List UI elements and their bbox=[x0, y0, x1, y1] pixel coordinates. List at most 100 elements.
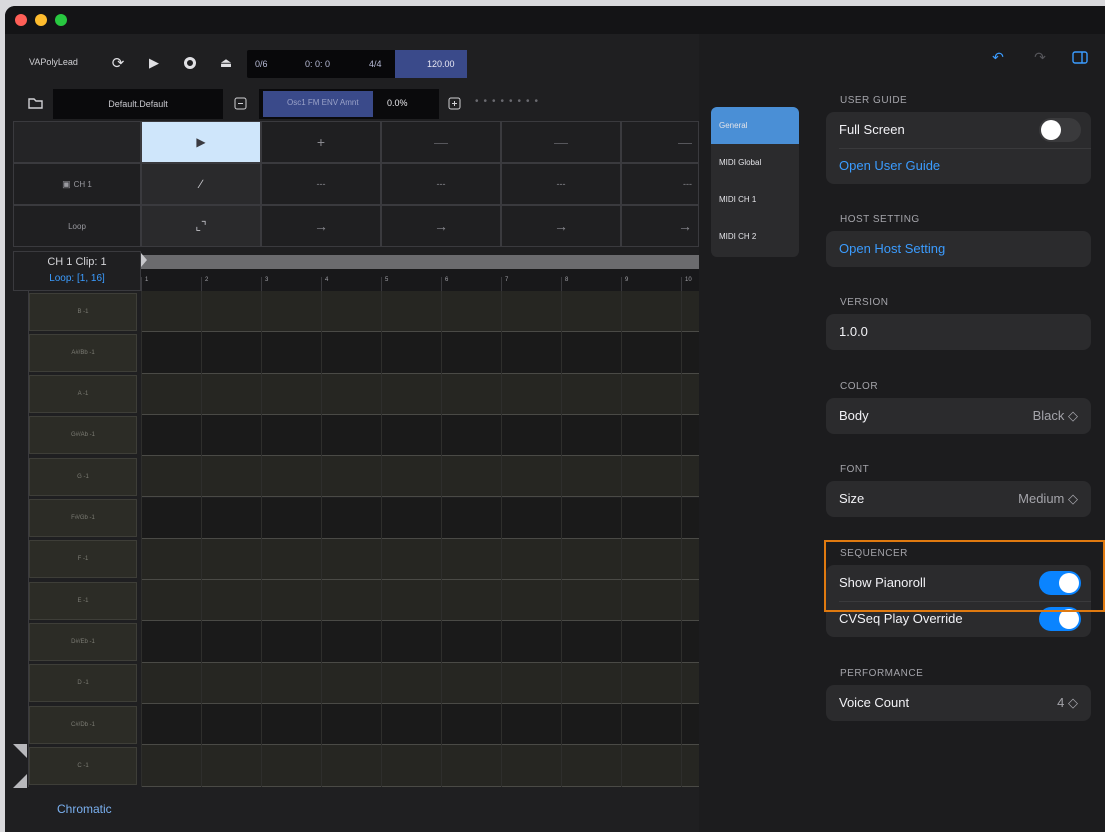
note-row[interactable] bbox=[141, 704, 699, 746]
channel-label[interactable]: ▣ CH 1 bbox=[13, 163, 141, 205]
loop-clip-button[interactable]: ⌞⌝ bbox=[141, 205, 261, 247]
clip-slot[interactable]: --- bbox=[621, 163, 699, 205]
clip-slot[interactable]: --- bbox=[501, 163, 621, 205]
clip-title: CH 1 Clip: 1 bbox=[47, 256, 107, 268]
piano-key[interactable]: F#/Gb -1 bbox=[29, 499, 137, 537]
beat-number: 1 bbox=[141, 277, 148, 291]
undo-icon[interactable]: ↶ bbox=[989, 48, 1007, 66]
note-row[interactable] bbox=[141, 497, 699, 539]
note-row[interactable] bbox=[141, 745, 699, 787]
note-row[interactable] bbox=[141, 538, 699, 581]
piano-key[interactable]: G -1 bbox=[29, 457, 137, 496]
edit-clip-button[interactable]: ∕ bbox=[141, 163, 261, 205]
clip-slot-header[interactable]: — bbox=[501, 121, 621, 163]
scroll-down-arrow[interactable] bbox=[13, 744, 27, 758]
piano-key[interactable]: D -1 bbox=[29, 664, 137, 703]
note-row[interactable] bbox=[141, 332, 699, 374]
loop-arrow[interactable]: → bbox=[621, 205, 699, 247]
add-clip-button[interactable]: + bbox=[261, 121, 381, 163]
clip-info: CH 1 Clip: 1 Loop: [1, 16] bbox=[13, 251, 141, 291]
preset-bank-label: Default.Default bbox=[108, 99, 168, 109]
note-row[interactable] bbox=[141, 414, 699, 457]
font-size-value[interactable]: Medium ◇ bbox=[1018, 491, 1078, 507]
loop-range[interactable]: Loop: [1, 16] bbox=[14, 273, 140, 284]
full-screen-toggle[interactable] bbox=[1039, 118, 1081, 142]
open-host-setting-link[interactable]: Open Host Setting bbox=[839, 241, 945, 256]
sidebar-toggle-icon[interactable] bbox=[1071, 48, 1089, 66]
scale-selector[interactable]: Chromatic bbox=[57, 802, 112, 816]
piano-key[interactable]: A#/Bb -1 bbox=[29, 333, 137, 372]
piano-key[interactable]: D#/Eb -1 bbox=[29, 622, 137, 661]
signature-readout: 4/4 bbox=[369, 59, 382, 69]
scroll-up-arrow[interactable] bbox=[13, 774, 27, 788]
note-row[interactable] bbox=[141, 662, 699, 704]
tab-midi-ch2[interactable]: MIDI CH 2 bbox=[711, 218, 799, 255]
note-row[interactable] bbox=[141, 291, 699, 333]
redo-icon[interactable]: ↷ bbox=[1031, 48, 1049, 66]
loop-bracket-icon: ⌞⌝ bbox=[195, 219, 207, 233]
clip-slot[interactable]: --- bbox=[261, 163, 381, 205]
page-dots[interactable]: •••••••• bbox=[475, 96, 543, 107]
pencil-icon: ∕ bbox=[199, 177, 202, 191]
open-user-guide-link[interactable]: Open User Guide bbox=[839, 158, 940, 173]
color-group[interactable]: Body Black ◇ bbox=[826, 398, 1091, 434]
loop-arrow[interactable]: → bbox=[501, 205, 621, 247]
clip-slot-header[interactable]: — bbox=[621, 121, 699, 163]
piano-key[interactable]: G#/Ab -1 bbox=[29, 416, 137, 455]
piano-key[interactable]: F -1 bbox=[29, 540, 137, 579]
voice-count-value[interactable]: 4 ◇ bbox=[1057, 695, 1078, 711]
tab-midi-ch1[interactable]: MIDI CH 1 bbox=[711, 181, 799, 218]
play-box-icon: ▣ bbox=[62, 178, 71, 189]
beat-number: 5 bbox=[381, 277, 388, 291]
transport-display: 0/6 0: 0: 0 4/4 120.00 bbox=[247, 50, 467, 78]
color-header: COLOR bbox=[840, 381, 879, 392]
host-setting-header: HOST SETTING bbox=[840, 214, 920, 225]
param-field[interactable]: Osc1 FM ENV Amnt 0.0% bbox=[259, 89, 439, 119]
app-window: VAPolyLead ⟳ ▶ ⏏ 0/6 0: 0: 0 4/4 120.00 … bbox=[5, 6, 1105, 832]
highlight-box bbox=[824, 540, 1105, 612]
clip-slot-header[interactable]: — bbox=[381, 121, 501, 163]
metronome-icon[interactable]: ⏏ bbox=[217, 54, 235, 72]
beat-number: 10 bbox=[681, 277, 692, 291]
clip-slot[interactable]: --- bbox=[381, 163, 501, 205]
font-group[interactable]: Size Medium ◇ bbox=[826, 481, 1091, 517]
version-header: VERSION bbox=[840, 297, 889, 308]
loop-region-bar[interactable] bbox=[141, 255, 699, 269]
plus-box-icon[interactable] bbox=[447, 96, 461, 110]
loop-arrow[interactable]: → bbox=[381, 205, 501, 247]
piano-key[interactable]: E -1 bbox=[29, 581, 137, 620]
grid-line bbox=[681, 291, 682, 787]
record-icon[interactable] bbox=[181, 54, 199, 72]
synth-panel: VAPolyLead ⟳ ▶ ⏏ 0/6 0: 0: 0 4/4 120.00 … bbox=[5, 34, 699, 832]
minus-box-icon[interactable] bbox=[233, 96, 247, 110]
beat-number: 8 bbox=[561, 277, 568, 291]
piano-key[interactable]: A -1 bbox=[29, 375, 137, 414]
time-readout: 0: 0: 0 bbox=[305, 59, 331, 69]
piano-key[interactable]: C -1 bbox=[29, 746, 137, 785]
minimize-window-button[interactable] bbox=[35, 14, 47, 26]
note-row[interactable] bbox=[141, 373, 699, 415]
performance-group[interactable]: Voice Count 4 ◇ bbox=[826, 685, 1091, 721]
sync-icon[interactable]: ⟳ bbox=[109, 54, 127, 72]
play-clip-button[interactable]: ▶ bbox=[141, 121, 261, 163]
note-row[interactable] bbox=[141, 621, 699, 663]
note-row[interactable] bbox=[141, 456, 699, 498]
piano-key[interactable]: C#/Db -1 bbox=[29, 705, 137, 744]
tab-midi-global[interactable]: MIDI Global bbox=[711, 144, 799, 181]
note-row[interactable] bbox=[141, 580, 699, 622]
loop-start-handle[interactable] bbox=[141, 253, 147, 267]
loop-arrow[interactable]: → bbox=[261, 205, 381, 247]
tab-general[interactable]: General bbox=[711, 107, 799, 144]
key-scroll-track[interactable] bbox=[13, 291, 29, 787]
preset-name[interactable]: VAPolyLead bbox=[29, 57, 78, 67]
beat-number: 9 bbox=[621, 277, 628, 291]
zoom-window-button[interactable] bbox=[55, 14, 67, 26]
grid-line bbox=[201, 291, 202, 787]
font-size-label: Size bbox=[839, 491, 865, 506]
version-value: 1.0.0 bbox=[839, 324, 868, 339]
close-window-button[interactable] bbox=[15, 14, 27, 26]
play-icon[interactable]: ▶ bbox=[145, 54, 163, 72]
body-color-value[interactable]: Black ◇ bbox=[1033, 408, 1078, 424]
piano-key[interactable]: B -1 bbox=[29, 292, 137, 331]
folder-icon[interactable] bbox=[27, 96, 43, 110]
